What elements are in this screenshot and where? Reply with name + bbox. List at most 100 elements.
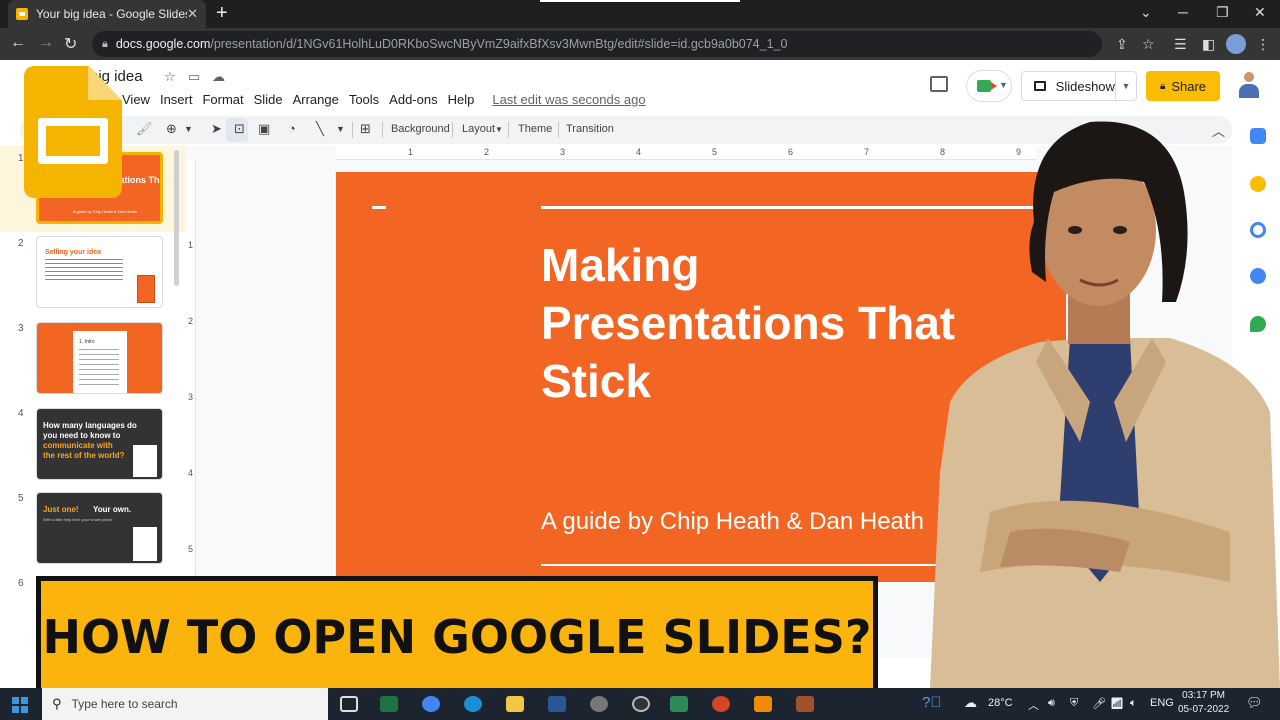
ruler-tick-label: 3 [188, 392, 194, 402]
ruler-tick-label: 4 [188, 468, 194, 478]
menu-addons[interactable]: Add-ons [389, 92, 437, 107]
camera-app-icon[interactable] [590, 696, 608, 712]
browser-tab[interactable]: Your big idea - Google Slides ✕ [8, 0, 206, 28]
address-bar[interactable]: 🔒︎ docs.google.com /presentation/d/1NGv6… [92, 31, 1102, 57]
speaker-icon[interactable]: 🔈︎ [1130, 697, 1137, 710]
toolbar-divider [382, 122, 383, 138]
tab-close-icon[interactable]: ✕ [187, 6, 198, 22]
menu-insert[interactable]: Insert [160, 92, 193, 107]
tab-search-icon[interactable]: ⌄ [1140, 4, 1152, 21]
new-tab-button[interactable]: + [216, 3, 228, 23]
thumb-line: communicate with [43, 441, 113, 450]
google-slides-logo-icon[interactable] [24, 66, 122, 198]
line-dropdown-icon[interactable]: ▼ [336, 124, 345, 134]
select-tool-icon[interactable]: ➤ [211, 121, 222, 137]
meet-dropdown-icon: ▼ [999, 80, 1008, 90]
slide-accent-dash [372, 206, 386, 209]
side-panel-icon[interactable]: ◧ [1202, 36, 1215, 53]
theme-button[interactable]: Theme [518, 123, 552, 135]
slide-subtitle[interactable]: A guide by Chip Heath & Dan Heath [541, 508, 924, 536]
security-icon[interactable]: ⛨ [1070, 697, 1078, 710]
line-icon[interactable]: ╲ [316, 121, 324, 137]
slide-thumbnail-4[interactable]: How many languages do you need to know t… [36, 408, 163, 480]
menu-view[interactable]: View [122, 92, 150, 107]
image-icon[interactable]: ▣ [258, 121, 270, 137]
window-close-icon[interactable]: ✕ [1254, 4, 1266, 21]
filmstrip-scrollbar[interactable] [174, 150, 179, 286]
text-box-icon[interactable]: ⊡ [234, 121, 245, 137]
forward-icon[interactable]: → [38, 34, 54, 52]
thumb-paper [133, 445, 157, 477]
language-indicator[interactable]: ENG [1150, 697, 1174, 709]
thumb-line: Just one! [43, 505, 79, 514]
notification-icon[interactable]: 💬︎ [1246, 695, 1263, 711]
bookmark-star-icon[interactable]: ☆ [1142, 36, 1155, 53]
account-avatar[interactable] [1238, 72, 1260, 100]
clock-time: 03:17 PM [1182, 690, 1225, 701]
taskbar-search-box[interactable]: ⚲ Type here to search [42, 688, 328, 720]
shape-icon[interactable]: ◔ [288, 121, 296, 136]
task-view-icon[interactable] [340, 696, 358, 712]
comments-icon[interactable] [930, 76, 948, 92]
file-explorer-icon[interactable] [506, 696, 524, 712]
zoom-icon[interactable]: ⊕ [166, 121, 177, 137]
excel-icon[interactable] [380, 696, 398, 712]
cloud-status-icon[interactable]: ☁ [212, 69, 225, 85]
microphone-icon[interactable]: 🎤︎ [1092, 697, 1106, 710]
vlc-icon[interactable] [754, 696, 772, 712]
reload-icon[interactable]: ↻ [64, 34, 77, 54]
share-button[interactable]: 🔒︎ Share [1146, 71, 1220, 101]
star-icon[interactable]: ☆ [164, 69, 176, 85]
toolbar-divider [508, 122, 509, 138]
menu-arrange[interactable]: Arrange [293, 92, 339, 107]
temperature[interactable]: 28°C [988, 697, 1013, 709]
chrome-icon[interactable] [422, 696, 440, 712]
slideshow-dropdown-icon[interactable]: ▼ [1114, 72, 1136, 100]
app-icon[interactable] [796, 696, 814, 712]
network-icon[interactable]: 📶︎ [1110, 697, 1124, 710]
word-icon[interactable] [548, 696, 566, 712]
back-icon[interactable]: ← [10, 34, 26, 52]
maximize-icon[interactable]: ❐ [1216, 4, 1229, 21]
menu-tools[interactable]: Tools [349, 92, 379, 107]
edge-icon[interactable] [464, 696, 482, 712]
last-edit-link[interactable]: Last edit was seconds ago [492, 92, 645, 107]
paint-format-icon[interactable]: 🖌︎ [136, 121, 153, 137]
reading-list-icon[interactable]: ☰ [1174, 36, 1187, 53]
transition-button[interactable]: Transition [566, 123, 614, 135]
slideshow-button[interactable]: Slideshow ▼ [1021, 71, 1137, 101]
volume-icon[interactable]: 🔊︎ [1048, 697, 1055, 710]
ruler-tick-label: 6 [788, 147, 794, 157]
taskbar-clock[interactable]: 03:17 PM 05-07-2022 [1178, 689, 1229, 717]
menu-help[interactable]: Help [448, 92, 475, 107]
tray-overflow-icon[interactable]: ︿ [1028, 697, 1039, 713]
weather-icon[interactable]: ☁ [964, 695, 977, 711]
thumb-line: you need to know to [43, 431, 121, 440]
share-page-icon[interactable]: ⇪ [1116, 36, 1128, 53]
zoom-dropdown-icon[interactable]: ▼ [184, 124, 193, 134]
new-comment-icon[interactable]: ⊞ [360, 121, 371, 137]
tab-title: Your big idea - Google Slides [36, 7, 188, 21]
layout-button[interactable]: Layout [462, 123, 495, 135]
move-folder-icon[interactable]: ▭ [188, 69, 200, 85]
help-icon[interactable]: ?⃝ [922, 694, 942, 711]
menu-slide[interactable]: Slide [254, 92, 283, 107]
browser-profile-avatar[interactable] [1226, 34, 1246, 54]
powerpoint-icon[interactable] [712, 696, 730, 712]
url-path: /presentation/d/1NGv61HolhLuD0RKboSwcNBy… [210, 37, 788, 51]
minimize-icon[interactable]: ─ [1178, 4, 1188, 20]
video-editor-icon[interactable] [670, 696, 688, 712]
slide-thumbnail-3[interactable]: 1. Intro [36, 322, 163, 394]
browser-menu-icon[interactable]: ⋮ [1256, 36, 1270, 53]
media-app-icon[interactable] [632, 696, 650, 712]
thumb-book-image [137, 275, 155, 303]
slide-thumbnail-5[interactable]: Just one! Your own. With a little help f… [36, 492, 163, 564]
slide-number: 2 [18, 238, 24, 249]
tabstrip-highlight [540, 0, 740, 2]
meet-button[interactable]: ▼ [966, 70, 1012, 102]
slide-thumbnail-2[interactable]: Selling your idea [36, 236, 163, 308]
menu-format[interactable]: Format [202, 92, 243, 107]
thumb-body-text [45, 259, 123, 281]
windows-start-icon[interactable] [12, 697, 28, 713]
background-button[interactable]: Background [391, 123, 450, 135]
